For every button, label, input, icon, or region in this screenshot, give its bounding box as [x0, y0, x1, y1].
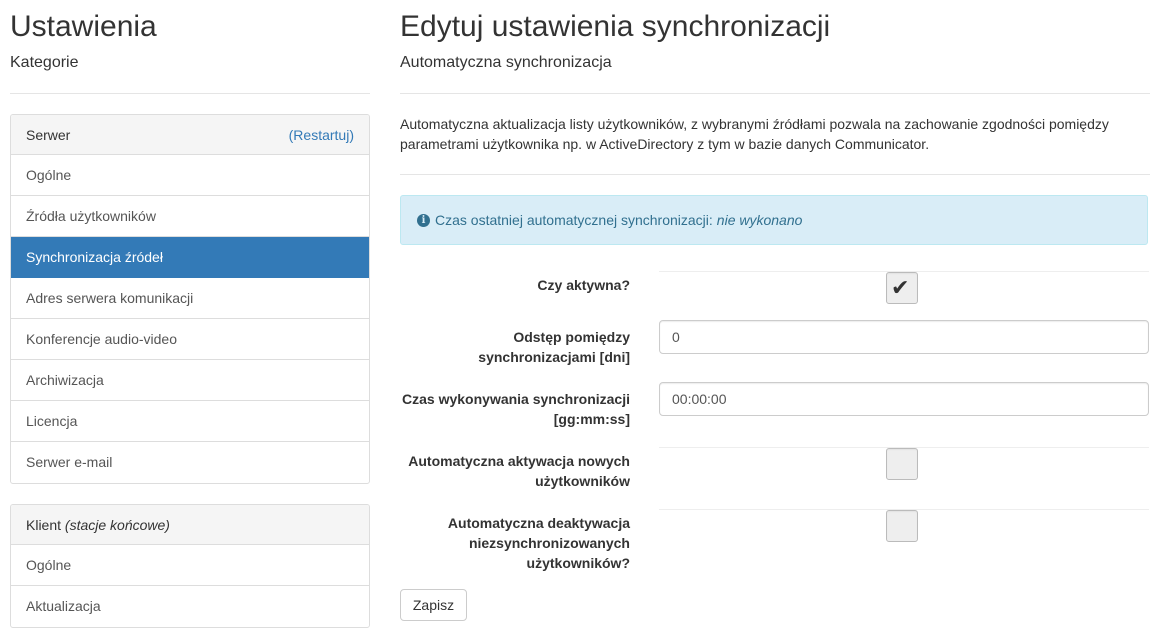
sidebar-subtitle: Kategorie [10, 54, 79, 71]
client-panel-note: (stacje końcowe) [64, 516, 170, 533]
time-field [659, 382, 1149, 416]
sidebar-item-av-conferences[interactable]: Konferencje audio-video [11, 319, 369, 360]
page-subtitle: Automatyczna synchronizacja [400, 54, 612, 71]
sidebar-item-license[interactable]: Licencja [11, 401, 369, 442]
alert-text: Czas ostatniej automatycznej synchroniza… [435, 212, 713, 228]
sidebar-item-client-update[interactable]: Aktualizacja [11, 586, 369, 627]
sidebar-item-user-sources[interactable]: Źródła użytkowników [11, 196, 369, 237]
active-checkbox[interactable]: ✔ [886, 272, 918, 304]
active-label: Czy aktywna? [537, 277, 630, 293]
alert-value: nie wykonano [716, 212, 803, 228]
description-divider [400, 174, 1150, 175]
sidebar-item-general[interactable]: Ogólne [11, 155, 369, 196]
sidebar-item-client-general[interactable]: Ogólne [11, 545, 369, 586]
save-button[interactable]: Zapisz [400, 589, 467, 621]
time-input[interactable] [659, 382, 1149, 416]
info-icon: i [417, 213, 430, 227]
sidebar-title: Ustawienia [10, 10, 157, 43]
interval-field [659, 320, 1149, 354]
title-divider [400, 93, 1150, 94]
settings-page: Ustawienia Kategorie Serwer (Restartuj) … [0, 0, 1164, 629]
interval-input[interactable] [659, 320, 1149, 354]
server-panel: Serwer (Restartuj) Ogólne Źródła użytkow… [10, 114, 370, 484]
auto-activate-label: Automatyczna aktywacja nowych użytkownik… [408, 453, 630, 489]
auto-deactivate-label: Automatyczna deaktywacja niezsynchronizo… [447, 515, 630, 571]
page-description: Automatyczna aktualizacja listy użytkown… [400, 116, 1109, 152]
auto-activate-field [659, 447, 1149, 487]
sync-status-alert: i Czas ostatniej automatycznej synchroni… [400, 195, 1148, 245]
client-panel-heading: Klient (stacje końcowe) [11, 505, 369, 545]
client-panel: Klient (stacje końcowe) Ogólne Aktualiza… [10, 504, 370, 628]
restart-link[interactable]: (Restartuj) [289, 127, 354, 143]
sidebar-item-email-server[interactable]: Serwer e-mail [11, 442, 369, 483]
client-panel-title: Klient (stacje końcowe) [26, 517, 170, 533]
auto-activate-checkbox[interactable] [886, 448, 918, 480]
client-panel-title-text: Klient [26, 516, 62, 533]
time-label: Czas wykonywania synchronizacji [gg:mm:s… [402, 391, 630, 427]
sidebar-item-archiving[interactable]: Archiwizacja [11, 360, 369, 401]
auto-deactivate-field [659, 509, 1149, 549]
sidebar-item-source-sync[interactable]: Synchronizacja źródeł [11, 237, 369, 278]
sidebar-item-server-address[interactable]: Adres serwera komunikacji [11, 278, 369, 319]
server-panel-title: Serwer [26, 126, 71, 143]
page-title: Edytuj ustawienia synchronizacji [400, 10, 831, 43]
active-field: ✔ [659, 271, 1149, 311]
server-panel-heading: Serwer (Restartuj) [11, 115, 369, 155]
interval-label: Odstęp pomiędzy synchronizacjami [dni] [478, 329, 630, 365]
checkmark-icon: ✔ [891, 275, 910, 300]
auto-deactivate-checkbox[interactable] [886, 510, 918, 542]
sidebar-divider [10, 93, 370, 94]
